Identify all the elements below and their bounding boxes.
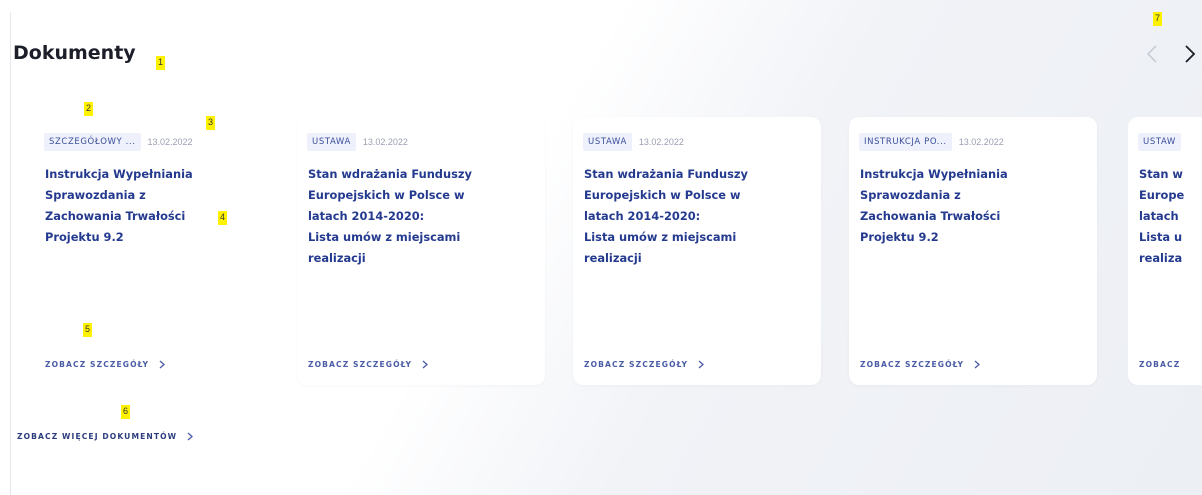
chevron-right-icon	[422, 360, 429, 369]
chevron-right-icon	[974, 360, 981, 369]
carousel-prev-button[interactable]	[1140, 40, 1164, 68]
document-card[interactable]: USTAWA 13.02.2022 Stan wdrażania Fundusz…	[573, 117, 821, 385]
card-meta: USTAW	[1138, 133, 1181, 151]
card-meta: SZCZEGÓŁOWY ... 13.02.2022	[44, 133, 193, 151]
card-meta: USTAWA 13.02.2022	[583, 133, 684, 151]
chevron-left-icon	[1146, 45, 1157, 63]
document-card[interactable]: SZCZEGÓŁOWY ... 13.02.2022 Instrukcja Wy…	[34, 117, 282, 385]
document-date: 13.02.2022	[362, 137, 408, 147]
document-card[interactable]: USTAWA 13.02.2022 Stan wdrażania Fundusz…	[297, 117, 545, 385]
document-title[interactable]: Stan wdrażania Funduszy Europejskich w P…	[584, 164, 784, 269]
document-title[interactable]: Instrukcja Wypełniania Sprawozdania z Za…	[860, 164, 1060, 248]
see-details-label: ZOBACZ SZCZEGÓŁY	[45, 360, 150, 369]
annotation-marker-7: 7	[1153, 12, 1163, 26]
document-type-badge: INSTRUKCJA PO...	[859, 133, 952, 151]
chevron-right-icon	[1185, 45, 1196, 63]
see-details-label: ZOBACZ SZCZEGÓŁY	[584, 360, 689, 369]
see-details-link[interactable]: ZOBACZ SZCZEGÓŁY	[45, 360, 166, 369]
chevron-right-icon	[159, 360, 166, 369]
see-more-documents-label: ZOBACZ WIĘCEJ DOKUMENTÓW	[17, 432, 178, 441]
document-type-badge: SZCZEGÓŁOWY ...	[44, 133, 141, 151]
annotation-marker-3: 3	[206, 116, 216, 130]
document-title[interactable]: Stan wdrażania Funduszy Europejskich w P…	[308, 164, 508, 269]
document-date: 13.02.2022	[638, 137, 684, 147]
see-details-link[interactable]: ZOBACZ SZCZEGÓŁY	[860, 360, 981, 369]
card-meta: USTAWA 13.02.2022	[307, 133, 408, 151]
document-type-badge: USTAWA	[583, 133, 632, 151]
annotation-marker-6: 6	[121, 405, 131, 419]
document-card[interactable]: USTAW Stan w Europe latach Lista u reali…	[1128, 117, 1202, 385]
document-type-badge: USTAWA	[307, 133, 356, 151]
annotation-marker-4: 4	[218, 211, 228, 225]
see-details-label: ZOBACZ	[1139, 360, 1181, 369]
carousel-next-button[interactable]	[1178, 40, 1202, 68]
left-divider	[10, 12, 11, 495]
document-date: 13.02.2022	[147, 137, 193, 147]
document-title[interactable]: Instrukcja Wypełniania Sprawozdania z Za…	[45, 164, 245, 248]
document-date: 13.02.2022	[958, 137, 1004, 147]
see-more-documents-link[interactable]: ZOBACZ WIĘCEJ DOKUMENTÓW	[17, 432, 194, 441]
annotation-marker-5: 5	[83, 323, 93, 337]
carousel-overflow: USTAW Stan w Europe latach Lista u reali…	[1128, 117, 1202, 385]
card-meta: INSTRUKCJA PO... 13.02.2022	[859, 133, 1004, 151]
see-details-label: ZOBACZ SZCZEGÓŁY	[860, 360, 965, 369]
chevron-right-icon	[187, 432, 194, 441]
see-details-link[interactable]: ZOBACZ SZCZEGÓŁY	[308, 360, 429, 369]
see-details-label: ZOBACZ SZCZEGÓŁY	[308, 360, 413, 369]
see-details-link[interactable]: ZOBACZ SZCZEGÓŁY	[584, 360, 705, 369]
section-title: Dokumenty	[13, 42, 136, 64]
document-card[interactable]: INSTRUKCJA PO... 13.02.2022 Instrukcja W…	[849, 117, 1097, 385]
document-type-badge: USTAW	[1138, 133, 1181, 151]
annotation-marker-1: 1	[156, 56, 166, 70]
document-title[interactable]: Stan w Europe latach Lista u realiza	[1139, 164, 1202, 269]
chevron-right-icon	[698, 360, 705, 369]
annotation-marker-2: 2	[84, 102, 94, 116]
see-details-link[interactable]: ZOBACZ	[1139, 360, 1180, 369]
